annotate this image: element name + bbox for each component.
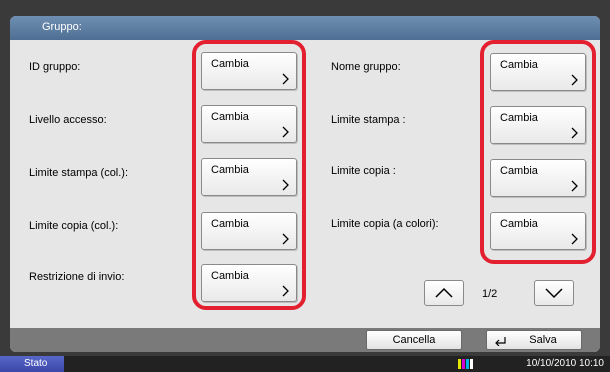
label-limite-copia-colori: Limite copia (a colori): <box>331 218 439 230</box>
enter-icon <box>495 337 506 346</box>
panel-title: Gruppo: <box>42 21 82 33</box>
label-limite-copia: Limite copia : <box>331 165 396 177</box>
cancel-button[interactable]: Cancella <box>366 330 462 350</box>
status-bar: Stato 10/10/2010 10:10 <box>0 356 610 372</box>
panel-header: Gruppo: <box>10 16 600 40</box>
label-limite-stampa: Limite stampa : <box>331 114 406 126</box>
toner-levels-icon <box>458 359 473 369</box>
save-button[interactable]: Salva <box>486 330 582 350</box>
status-label: Stato <box>24 358 48 369</box>
chevron-up-icon <box>435 287 453 298</box>
page-down-button[interactable] <box>534 280 574 306</box>
page-up-button[interactable] <box>424 280 464 306</box>
label-id-gruppo: ID gruppo: <box>29 61 81 73</box>
save-label: Salva <box>529 334 557 346</box>
page-indicator: 1/2 <box>482 288 498 300</box>
cancel-label: Cancella <box>392 334 436 346</box>
highlight-left-column <box>192 40 306 310</box>
label-limite-copia-col: Limite copia (col.): <box>29 220 119 232</box>
label-livello-accesso: Livello accesso: <box>29 114 107 126</box>
status-button[interactable]: Stato <box>0 356 64 372</box>
chevron-down-icon <box>545 288 563 299</box>
datetime-display: 10/10/2010 10:10 <box>526 358 604 369</box>
highlight-right-column <box>480 40 596 264</box>
label-limite-stampa-col: Limite stampa (col.): <box>29 167 129 179</box>
group-panel: Gruppo: ID gruppo: Cambia Nome gruppo: C… <box>10 16 600 352</box>
label-restrizione-invio: Restrizione di invio: <box>29 271 125 283</box>
action-bar: Cancella Salva <box>10 328 600 352</box>
label-nome-gruppo: Nome gruppo: <box>331 61 401 73</box>
